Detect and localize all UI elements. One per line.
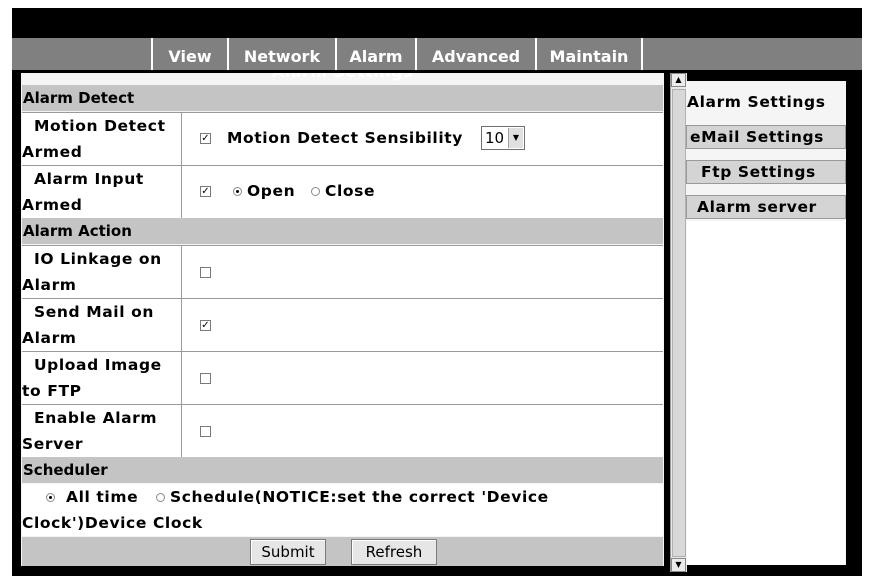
sidebar-item-ftp-settings[interactable]: Ftp Settings — [686, 160, 846, 184]
label-line: Alarm Input — [34, 170, 144, 188]
vertical-scrollbar[interactable]: ▲ ▼ — [670, 73, 687, 572]
label-line: Armed — [22, 143, 83, 161]
section-title: Alarm Detect — [23, 89, 135, 107]
nav-network[interactable]: Network — [229, 38, 335, 70]
nav-advanced[interactable]: Advanced — [417, 38, 535, 70]
row-label: Enable Alarm Server — [22, 405, 182, 457]
chevron-down-icon: ▼ — [508, 128, 523, 148]
upload-ftp-checkbox[interactable] — [200, 373, 211, 384]
row-alarm-input: Alarm Input Armed ✓ Open Close — [22, 165, 663, 218]
schedule-radio[interactable] — [156, 493, 165, 502]
label-line: Server — [22, 435, 84, 453]
io-linkage-checkbox[interactable] — [200, 267, 211, 278]
row-io-linkage: IO Linkage on Alarm — [22, 245, 663, 298]
scrollbar-track[interactable] — [672, 89, 686, 557]
row-value: ✓ — [182, 299, 663, 351]
select-value: 10 — [485, 129, 505, 147]
scheduler-options: All time Schedule(NOTICE:set the correct… — [22, 484, 663, 536]
schedule-label-line2: Clock')Device Clock — [22, 514, 203, 532]
form-footer: Submit Refresh — [22, 537, 663, 566]
label-line: to FTP — [22, 382, 82, 400]
label-line: Alarm — [22, 329, 77, 347]
arrow-up-icon[interactable]: ▲ — [671, 73, 686, 87]
alarm-settings-panel: Alarm Settings Alarm Detect Motion Detec… — [21, 73, 664, 566]
sidebar-item-email-settings[interactable]: eMail Settings — [686, 125, 846, 149]
section-title: Scheduler — [23, 461, 108, 479]
arrow-down-icon[interactable]: ▼ — [671, 558, 686, 572]
open-label: Open — [247, 182, 296, 200]
section-title: Alarm Action — [23, 222, 132, 240]
sensibility-select[interactable]: 10 ▼ — [481, 126, 525, 150]
top-header-bar — [12, 8, 862, 38]
alarm-server-checkbox[interactable] — [200, 426, 211, 437]
label-line: Enable Alarm — [34, 409, 158, 427]
row-label: Send Mail on Alarm — [22, 299, 182, 351]
nav-maintain[interactable]: Maintain — [537, 38, 641, 70]
main-nav-bar: View Network Alarm Advanced Maintain — [12, 38, 862, 70]
sidebar-item-alarm-server[interactable]: Alarm server — [686, 195, 846, 219]
all-time-label: All time — [66, 488, 139, 506]
alarm-input-checkbox[interactable]: ✓ — [200, 186, 211, 197]
settings-sidebar: Alarm Settings eMail Settings Ftp Settin… — [686, 81, 846, 565]
row-motion-detect: Motion Detect Armed ✓ Motion Detect Sens… — [22, 112, 663, 165]
sidebar-blank-area — [687, 221, 845, 565]
all-time-radio[interactable] — [46, 493, 55, 502]
close-label: Close — [325, 182, 376, 200]
label-line: Upload Image — [34, 356, 162, 374]
close-radio[interactable] — [311, 187, 320, 196]
sensibility-label: Motion Detect Sensibility — [227, 129, 463, 147]
nav-separator — [641, 38, 643, 70]
row-alarm-server: Enable Alarm Server — [22, 404, 663, 457]
row-value — [182, 246, 663, 298]
open-radio[interactable] — [233, 187, 242, 196]
label-line: Armed — [22, 196, 83, 214]
label-line: Send Mail on — [34, 303, 154, 321]
label-line: Motion Detect — [34, 117, 166, 135]
label-line: Alarm — [22, 276, 77, 294]
section-alarm-detect: Alarm Detect — [22, 85, 663, 111]
label-line: IO Linkage on — [34, 250, 162, 268]
row-value: ✓ Motion Detect Sensibility 10 ▼ — [182, 113, 663, 165]
nav-view[interactable]: View — [153, 38, 227, 70]
row-label: IO Linkage on Alarm — [22, 246, 182, 298]
row-label: Motion Detect Armed — [22, 113, 182, 165]
sidebar-item-alarm-settings[interactable]: Alarm Settings — [686, 90, 846, 114]
schedule-label: Schedule(NOTICE:set the correct 'Device — [170, 488, 549, 506]
row-send-mail: Send Mail on Alarm ✓ — [22, 298, 663, 351]
panel-title: Alarm Settings — [21, 73, 664, 81]
row-label: Upload Image to FTP — [22, 352, 182, 404]
row-label: Alarm Input Armed — [22, 166, 182, 218]
submit-button[interactable]: Submit — [250, 539, 326, 565]
row-value — [182, 352, 663, 404]
motion-detect-checkbox[interactable]: ✓ — [200, 133, 211, 144]
row-upload-ftp: Upload Image to FTP — [22, 351, 663, 404]
row-value — [182, 405, 663, 457]
section-scheduler: Scheduler — [22, 457, 663, 483]
row-value: ✓ Open Close — [182, 166, 663, 218]
refresh-button[interactable]: Refresh — [351, 539, 437, 565]
send-mail-checkbox[interactable]: ✓ — [200, 320, 211, 331]
nav-alarm[interactable]: Alarm — [337, 38, 415, 70]
section-alarm-action: Alarm Action — [22, 218, 663, 244]
